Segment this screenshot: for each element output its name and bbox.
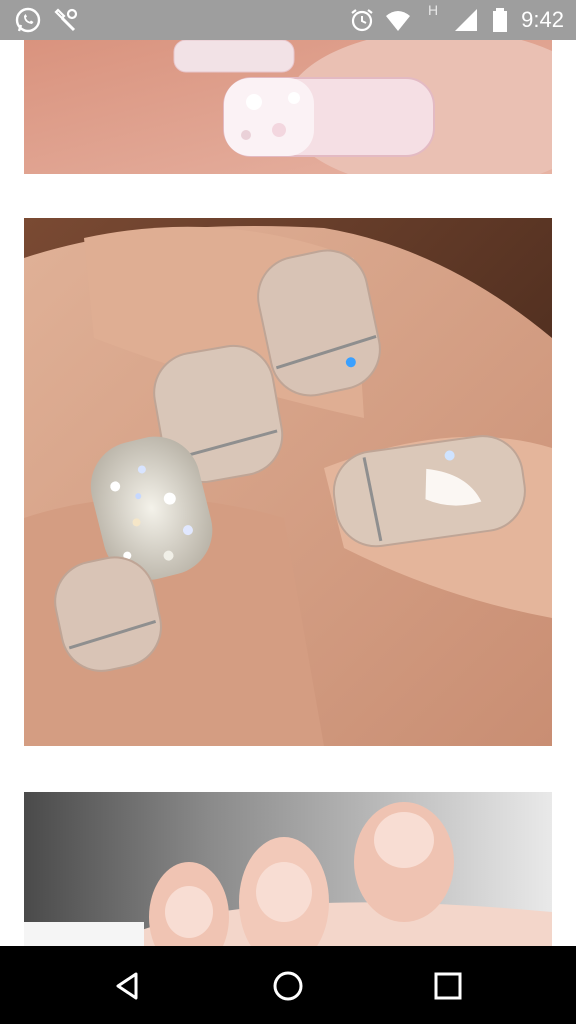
navigation-bar: [0, 946, 576, 1024]
image-feed[interactable]: [0, 40, 576, 946]
clock-time: 9:42: [521, 7, 564, 32]
signal-icon: [455, 9, 477, 31]
whatsapp-icon: [15, 7, 41, 33]
alarm-icon: [351, 9, 373, 32]
network-type-label: H: [428, 2, 439, 18]
nail-art-photo-nude-pink[interactable]: [24, 792, 552, 946]
back-button[interactable]: [108, 966, 148, 1006]
nail-art-photo-pink-crystal[interactable]: [24, 40, 552, 174]
wifi-icon: [386, 11, 410, 31]
home-button[interactable]: [268, 966, 308, 1006]
nail-art-photo-nude-glitter[interactable]: [24, 218, 552, 746]
status-bar: H 9:42: [0, 0, 576, 40]
battery-icon: [493, 8, 507, 32]
tools-icon: [54, 8, 78, 32]
recents-button[interactable]: [428, 966, 468, 1006]
